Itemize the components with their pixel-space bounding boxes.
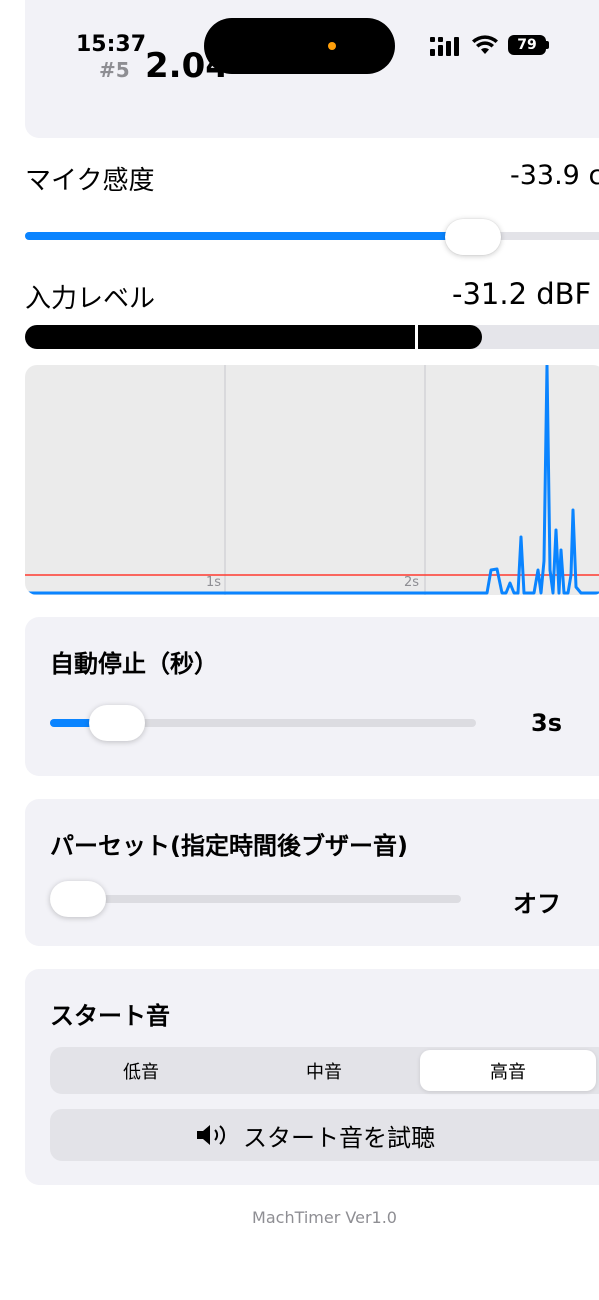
lap-index: #5	[99, 58, 130, 82]
auto-stop-title: 自動停止（秒）	[50, 650, 218, 678]
preset-slider[interactable]	[50, 895, 461, 903]
auto-stop-card	[25, 617, 599, 776]
mic-sensitivity-slider-fill	[25, 232, 473, 240]
start-sound-title: スタート音	[50, 1002, 170, 1030]
cellular-signal-icon	[430, 36, 462, 60]
waveform-line	[25, 365, 599, 595]
app-version: MachTimer Ver1.0	[252, 1208, 397, 1227]
tick-label-2s: 2s	[404, 575, 420, 590]
waveform-svg	[25, 365, 599, 595]
mic-sensitivity-value: -33.9 c	[510, 160, 599, 191]
preset-card	[25, 799, 599, 946]
segment-option-high[interactable]: 高音	[420, 1050, 596, 1091]
waveform-graph: 1s 2s	[25, 365, 599, 595]
input-level-threshold-marker	[415, 322, 418, 352]
input-level-value: -31.2 dBF	[452, 277, 592, 311]
auto-stop-slider-thumb[interactable]	[89, 705, 145, 741]
preview-start-sound-button[interactable]: スタート音を試聴	[50, 1109, 599, 1161]
preset-title: パーセット(指定時間後ブザー音)	[50, 832, 408, 860]
mic-sensitivity-slider-thumb[interactable]	[445, 219, 501, 255]
input-level-label: 入力レベル	[25, 284, 156, 314]
speaker-icon	[195, 1122, 229, 1148]
input-level-meter-fill	[25, 325, 482, 349]
preset-value: オフ	[513, 890, 561, 918]
preview-button-label: スタート音を試聴	[243, 1123, 435, 1152]
segment-option-low[interactable]: 低音	[50, 1047, 232, 1094]
tick-label-1s: 1s	[206, 575, 222, 590]
battery-icon: 79	[508, 35, 546, 55]
mic-sensitivity-label: マイク感度	[25, 166, 155, 196]
wifi-icon	[471, 34, 499, 60]
preset-slider-thumb[interactable]	[50, 881, 106, 917]
segment-option-mid[interactable]: 中音	[232, 1047, 416, 1094]
battery-tip	[546, 41, 549, 49]
auto-stop-value: 3s	[531, 709, 562, 737]
status-time: 15:37	[76, 32, 147, 57]
mic-indicator-icon	[328, 42, 336, 50]
dynamic-island	[204, 18, 395, 74]
